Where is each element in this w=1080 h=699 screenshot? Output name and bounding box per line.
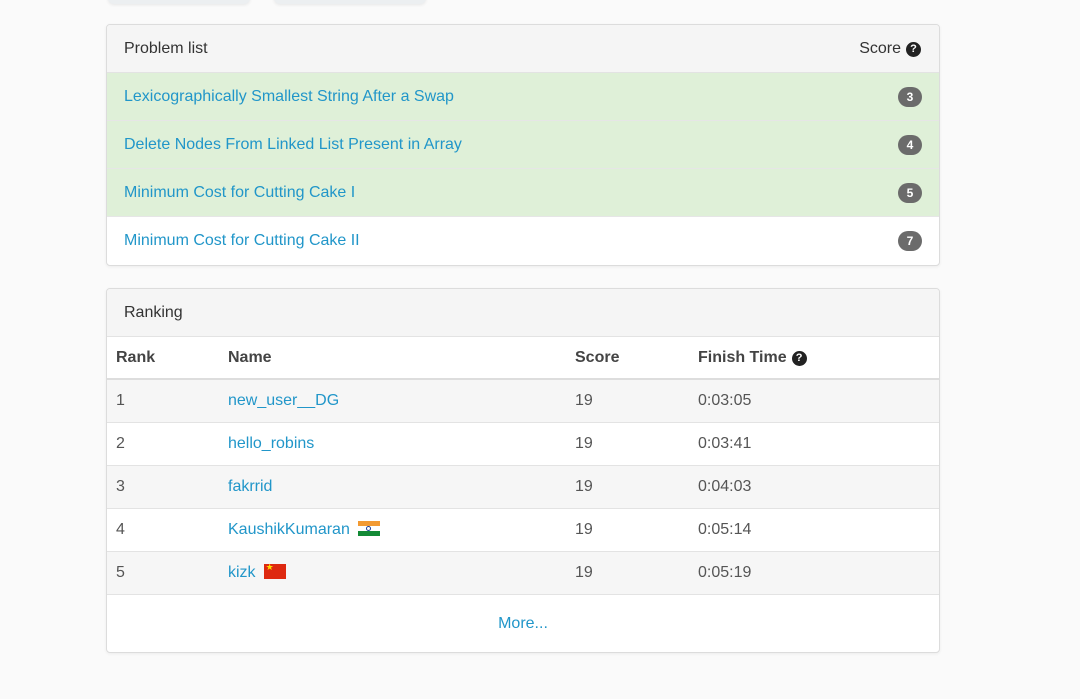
score-header: Score?	[859, 40, 921, 58]
score-badge: 5	[898, 182, 922, 203]
problem-row: Lexicographically Smallest String After …	[107, 73, 939, 121]
more-link[interactable]: More...	[498, 615, 548, 633]
name-cell: hello_robins	[219, 421, 566, 465]
time-cell: 0:05:14	[689, 507, 939, 551]
ranking-table: Rank Name Score Finish Time? 1 new_user_…	[107, 337, 939, 594]
help-icon[interactable]: ?	[906, 41, 921, 57]
china-flag-icon	[263, 562, 286, 579]
more-row: More...	[107, 594, 939, 652]
rank-cell: 4	[107, 507, 219, 551]
india-flag-icon	[357, 520, 380, 536]
problem-link[interactable]: Lexicographically Smallest String After …	[124, 88, 454, 106]
top-tab-left[interactable]	[108, 0, 250, 4]
table-row: 5 kizk 19 0:05:19	[107, 550, 939, 594]
user-link[interactable]: kizk	[228, 564, 256, 581]
name-column-header: Name	[219, 337, 566, 380]
finish-time-column-header: Finish Time?	[689, 337, 939, 380]
user-link[interactable]: KaushikKumaran	[228, 521, 350, 538]
score-cell: 19	[566, 464, 689, 508]
name-cell: new_user__DG	[219, 378, 566, 422]
score-column-header: Score	[566, 337, 689, 380]
problem-list-header: Problem list Score?	[107, 25, 939, 73]
score-cell: 19	[566, 550, 689, 594]
rank-cell: 5	[107, 550, 219, 594]
problem-list-panel: Problem list Score? Lexicographically Sm…	[106, 24, 940, 266]
time-cell: 0:05:19	[689, 550, 939, 594]
problem-list-title: Problem list	[124, 39, 208, 57]
ranking-header: Ranking	[107, 289, 939, 337]
help-icon[interactable]: ?	[791, 350, 807, 366]
time-cell: 0:03:05	[689, 378, 939, 422]
time-cell: 0:04:03	[689, 464, 939, 508]
score-cell: 19	[566, 421, 689, 465]
problem-link[interactable]: Minimum Cost for Cutting Cake II	[124, 232, 360, 250]
rank-cell: 3	[107, 464, 219, 508]
score-cell: 19	[566, 378, 689, 422]
problem-link[interactable]: Delete Nodes From Linked List Present in…	[124, 136, 462, 154]
name-cell: kizk	[219, 550, 566, 594]
ranking-header-row: Rank Name Score Finish Time?	[107, 337, 939, 380]
score-header-label: Score	[859, 39, 901, 57]
score-cell: 19	[566, 507, 689, 551]
user-link[interactable]: hello_robins	[228, 435, 314, 452]
problem-row: Minimum Cost for Cutting Cake I 5	[107, 169, 939, 217]
score-badge: 4	[898, 134, 922, 155]
table-row: 4 KaushikKumaran 19 0:05:14	[107, 507, 939, 551]
time-cell: 0:03:41	[689, 421, 939, 465]
name-cell: KaushikKumaran	[219, 507, 566, 551]
table-row: 1 new_user__DG 19 0:03:05	[107, 378, 939, 422]
score-badge: 7	[898, 231, 922, 251]
table-row: 3 fakrrid 19 0:04:03	[107, 464, 939, 508]
finish-time-label: Finish Time	[698, 348, 787, 366]
problem-link[interactable]: Minimum Cost for Cutting Cake I	[124, 184, 355, 202]
top-tab-right[interactable]	[274, 0, 426, 4]
ranking-title: Ranking	[124, 303, 183, 321]
rank-cell: 1	[107, 378, 219, 422]
problem-row: Minimum Cost for Cutting Cake II 7	[107, 217, 939, 265]
score-badge: 3	[898, 86, 922, 107]
problem-row: Delete Nodes From Linked List Present in…	[107, 121, 939, 169]
name-cell: fakrrid	[219, 464, 566, 508]
user-link[interactable]: fakrrid	[228, 478, 272, 495]
user-link[interactable]: new_user__DG	[228, 392, 339, 409]
rank-column-header: Rank	[107, 337, 219, 380]
ranking-panel: Ranking Rank Name Score Finish Time? 1 n…	[106, 288, 940, 653]
rank-cell: 2	[107, 421, 219, 465]
table-row: 2 hello_robins 19 0:03:41	[107, 421, 939, 465]
